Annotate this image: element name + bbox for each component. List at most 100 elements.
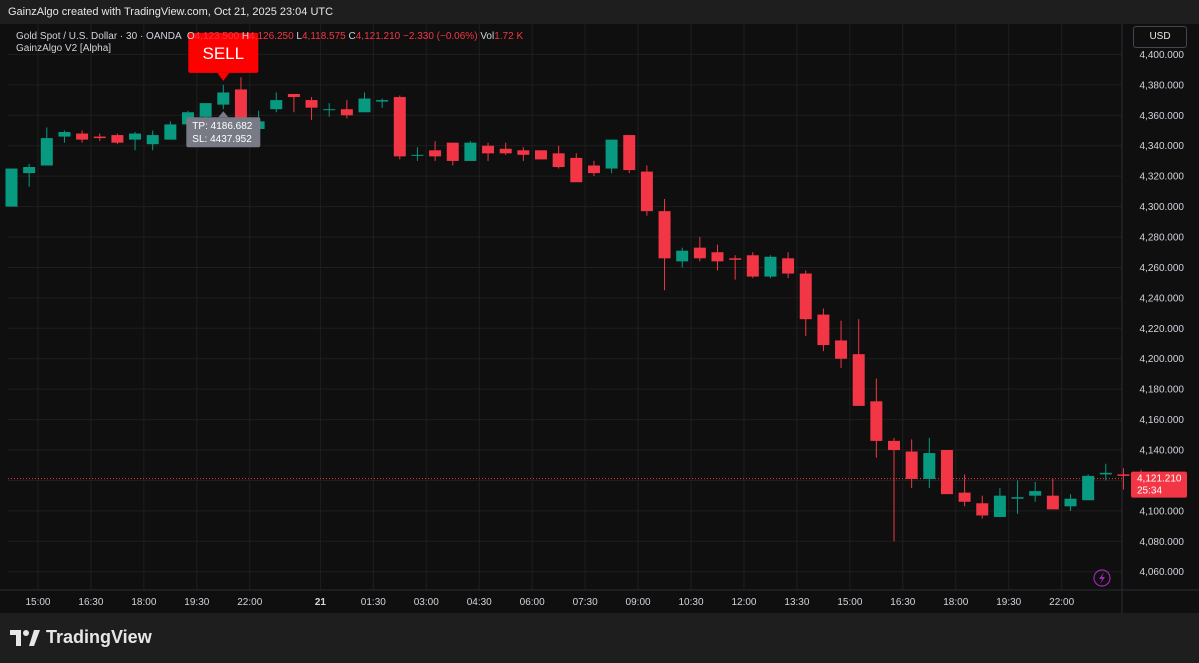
candle-body xyxy=(93,136,106,139)
stop-loss-label: SL: 4437.952 xyxy=(192,134,252,145)
candle[interactable] xyxy=(5,168,18,207)
candle-body xyxy=(870,401,883,441)
indicator-legend[interactable]: GainzAlgo V2 [Alpha] xyxy=(16,43,111,54)
candle[interactable] xyxy=(287,93,300,113)
candle[interactable] xyxy=(623,135,636,174)
candle[interactable] xyxy=(393,95,406,160)
candle[interactable] xyxy=(870,378,883,458)
candle[interactable] xyxy=(446,142,459,166)
candle-body xyxy=(217,92,230,105)
lightning-icon[interactable] xyxy=(1093,569,1111,587)
price-tick-label: 4,380.000 xyxy=(1140,80,1185,91)
candle[interactable] xyxy=(499,142,512,155)
time-tick-label: 09:00 xyxy=(626,597,651,608)
candle[interactable] xyxy=(958,474,971,507)
candle[interactable] xyxy=(605,139,618,174)
candle[interactable] xyxy=(76,130,89,143)
candle[interactable] xyxy=(129,132,142,151)
candle[interactable] xyxy=(658,198,671,291)
candle[interactable] xyxy=(429,141,442,161)
candle[interactable] xyxy=(305,97,318,120)
open-value: 4,123.500 xyxy=(194,31,240,42)
candle[interactable] xyxy=(1029,481,1042,502)
candle-body xyxy=(446,142,459,161)
candle[interactable] xyxy=(1064,494,1077,511)
open-label: O xyxy=(186,31,195,42)
candle[interactable] xyxy=(746,252,759,279)
candle[interactable] xyxy=(817,308,830,352)
candle-body xyxy=(270,100,283,110)
volume-label: Vol xyxy=(480,31,495,42)
candle[interactable] xyxy=(570,153,583,183)
candle-body xyxy=(1046,495,1059,510)
candle[interactable] xyxy=(993,488,1006,517)
candle-body xyxy=(164,124,177,140)
price-tick-label: 4,160.000 xyxy=(1140,415,1185,426)
candle[interactable] xyxy=(799,270,812,336)
candle[interactable] xyxy=(976,495,989,519)
candle[interactable] xyxy=(358,92,371,113)
candle[interactable] xyxy=(93,133,106,142)
candle[interactable] xyxy=(376,98,389,108)
time-tick-label: 12:00 xyxy=(731,597,756,608)
candle-body xyxy=(764,256,777,277)
candle[interactable] xyxy=(535,150,547,160)
candle[interactable] xyxy=(587,160,600,177)
candle-body xyxy=(817,314,830,346)
candle-body xyxy=(305,100,318,108)
candle[interactable] xyxy=(640,165,653,216)
candle[interactable] xyxy=(517,147,530,161)
close-label: C xyxy=(348,31,356,42)
candle[interactable] xyxy=(411,147,424,161)
candle[interactable] xyxy=(111,133,124,145)
candle-body xyxy=(746,255,759,277)
candle[interactable] xyxy=(1011,480,1024,514)
candle-body xyxy=(429,150,442,157)
candle[interactable] xyxy=(23,163,36,187)
tradingview-logo-icon xyxy=(10,629,40,646)
price-chart[interactable]: 4,400.000 4,380.000 4,360.000 4,340.000 4,32… xyxy=(0,0,1199,663)
price-tag-value: 4,121.210 xyxy=(1137,474,1182,485)
candle[interactable] xyxy=(835,320,848,368)
candle[interactable] xyxy=(464,141,477,161)
candle[interactable] xyxy=(940,450,953,495)
candle[interactable] xyxy=(852,319,865,406)
candle[interactable] xyxy=(270,92,283,113)
candle[interactable] xyxy=(1046,478,1059,510)
candle[interactable] xyxy=(146,130,159,151)
time-tick-label: 18:00 xyxy=(943,597,968,608)
tradingview-logo[interactable]: TradingView xyxy=(10,627,152,648)
volume-value: 1.72 K xyxy=(494,31,524,42)
time-tick-label: 10:30 xyxy=(679,597,704,608)
candle[interactable] xyxy=(552,145,565,169)
time-tick-label: 01:30 xyxy=(361,597,386,608)
candle-body xyxy=(570,157,583,183)
currency-button[interactable]: USD xyxy=(1133,26,1187,48)
candle[interactable] xyxy=(1099,463,1112,481)
candle[interactable] xyxy=(764,255,777,279)
candle[interactable] xyxy=(323,103,336,117)
candle[interactable] xyxy=(40,127,53,166)
candle-body xyxy=(623,135,636,171)
time-tick-label: 16:30 xyxy=(78,597,103,608)
time-tick-label: 22:00 xyxy=(237,597,262,608)
candle[interactable] xyxy=(711,244,724,271)
candle[interactable] xyxy=(676,247,689,268)
candle[interactable] xyxy=(164,121,177,140)
candle[interactable] xyxy=(217,84,230,110)
brand-name: TradingView xyxy=(46,627,152,647)
candle[interactable] xyxy=(1117,468,1130,490)
candle-body xyxy=(517,150,530,155)
time-tick-label: 19:30 xyxy=(996,597,1021,608)
symbol-name[interactable]: Gold Spot / U.S. Dollar · 30 · OANDA xyxy=(16,31,181,42)
candle-body xyxy=(782,258,795,274)
candle[interactable] xyxy=(693,237,706,262)
candle-body xyxy=(499,148,512,154)
candle[interactable] xyxy=(782,252,795,279)
candle[interactable] xyxy=(58,130,71,143)
candle[interactable] xyxy=(888,437,900,542)
candle-body xyxy=(729,258,742,260)
candle[interactable] xyxy=(1082,474,1095,501)
take-profit-label: TP: 4186.682 xyxy=(192,121,252,132)
price-tick-label: 4,220.000 xyxy=(1140,324,1185,335)
